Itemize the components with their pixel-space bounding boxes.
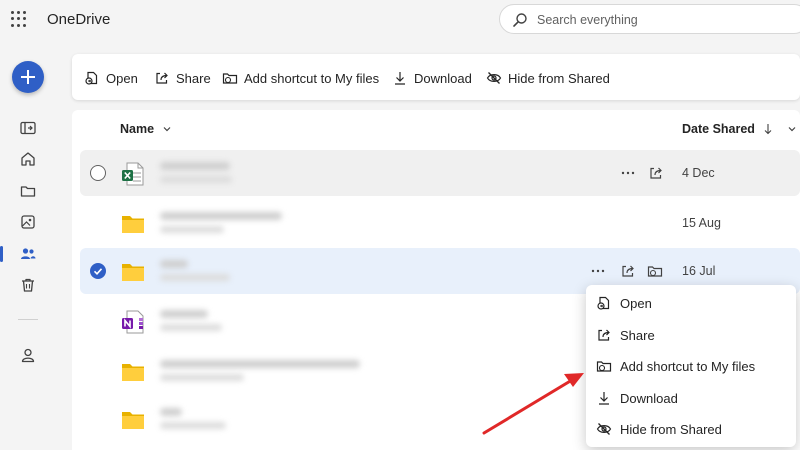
- annotation-arrow: [482, 373, 584, 435]
